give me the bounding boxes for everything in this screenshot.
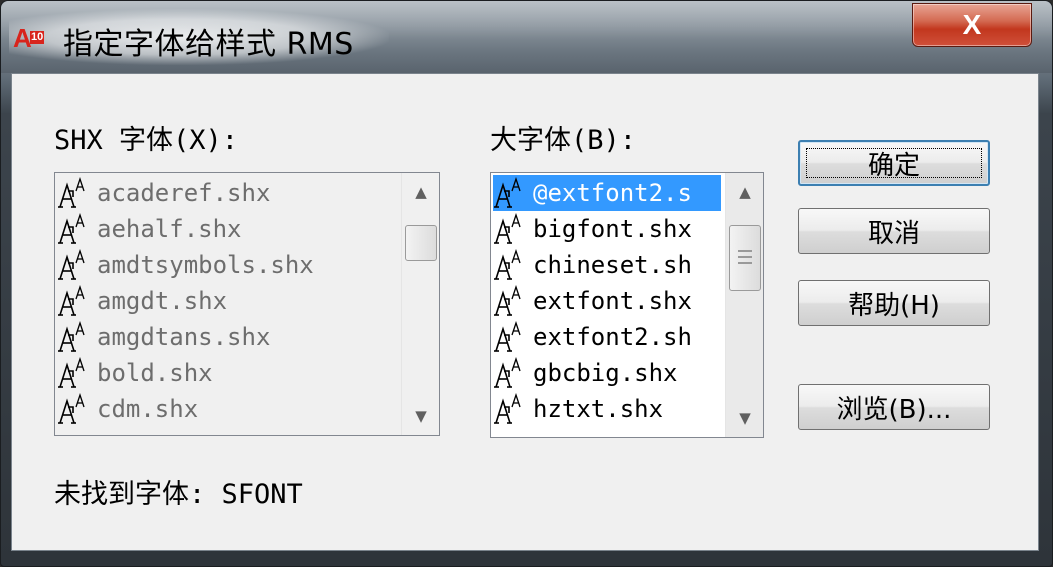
list-item[interactable]: aehalf.shx [57, 211, 397, 247]
close-icon: X [962, 9, 982, 40]
scroll-thumb[interactable] [729, 225, 761, 291]
list-item[interactable]: cdm.shx [57, 391, 397, 427]
list-item-label: cdm.shx [97, 395, 199, 423]
list-item-label: gbcbig.shx [533, 359, 678, 387]
list-item[interactable]: extfont.shx [493, 283, 721, 319]
font-icon [493, 212, 523, 245]
font-icon [493, 392, 523, 425]
list-item-label: amgdt.shx [97, 287, 228, 315]
list-item[interactable]: acaderef.shx [57, 175, 397, 211]
scroll-up-arrow-icon[interactable]: ▲ [402, 173, 440, 211]
font-icon [493, 356, 523, 389]
list-item[interactable]: hztxt.shx [493, 391, 721, 427]
dialog-client-area: SHX 字体(X): acaderef.shx aehalf.shx amdtsym… [11, 73, 1039, 551]
shx-font-list[interactable]: acaderef.shx aehalf.shx amdtsymbols.shx amg… [54, 172, 440, 436]
scroll-down-arrow-icon[interactable]: ▼ [726, 399, 764, 437]
font-icon [493, 248, 523, 281]
font-icon [493, 176, 523, 209]
font-icon [493, 284, 523, 317]
font-icon [57, 176, 87, 209]
autocad-app-icon: A 10 [13, 23, 45, 53]
missing-font-status: 未找到字体: SFONT [54, 479, 303, 510]
cancel-button[interactable]: 取消 [798, 208, 990, 254]
list-item-label: hztxt.shx [533, 395, 664, 423]
bigfont-label: 大字体(B): [490, 125, 637, 156]
list-item[interactable]: amgdt.shx [57, 283, 397, 319]
list-item[interactable]: @extfont2.s [493, 175, 721, 211]
list-item-label: aehalf.shx [97, 215, 242, 243]
bigfont-scrollbar[interactable]: ▲ ▼ [725, 173, 763, 437]
list-item-label: @extfont2.s [533, 179, 692, 207]
list-item-label: amgdtans.shx [97, 323, 271, 351]
title-bar[interactable]: A 10 指定字体给样式 RMS [1, 1, 1052, 73]
shx-font-items: acaderef.shx aehalf.shx amdtsymbols.shx amg… [57, 175, 397, 433]
list-item[interactable]: bigfont.shx [493, 211, 721, 247]
close-button[interactable]: X [912, 3, 1032, 47]
font-icon [57, 284, 87, 317]
list-item-label: bigfont.shx [533, 215, 692, 243]
font-icon [493, 320, 523, 353]
bigfont-items: @extfont2.s bigfont.shx chineset.sh extfont… [493, 175, 721, 435]
ok-button[interactable]: 确定 [798, 140, 990, 186]
dialog-window: A 10 指定字体给样式 RMS X SHX 字体(X): acaderef.s… [0, 0, 1053, 567]
list-item-label: chineset.sh [533, 251, 692, 279]
scroll-down-arrow-icon[interactable]: ▼ [402, 397, 440, 435]
window-title: 指定字体给样式 RMS [63, 27, 354, 62]
font-icon [57, 320, 87, 353]
font-icon [57, 212, 87, 245]
browse-button[interactable]: 浏览(B)... [798, 384, 990, 430]
list-item-label: extfont.shx [533, 287, 692, 315]
list-item[interactable]: gbcbig.shx [493, 355, 721, 391]
list-item[interactable]: amgdtans.shx [57, 319, 397, 355]
list-item[interactable]: amdtsymbols.shx [57, 247, 397, 283]
list-item-label: amdtsymbols.shx [97, 251, 314, 279]
list-item[interactable]: chineset.sh [493, 247, 721, 283]
scroll-up-arrow-icon[interactable]: ▲ [726, 173, 764, 211]
help-button[interactable]: 帮助(H) [798, 280, 990, 326]
bigfont-list[interactable]: @extfont2.s bigfont.shx chineset.sh extfont… [490, 172, 764, 438]
font-icon [57, 356, 87, 389]
list-item[interactable]: extfont2.sh [493, 319, 721, 355]
shx-font-label: SHX 字体(X): [54, 125, 239, 156]
shx-scrollbar[interactable]: ▲ ▼ [401, 173, 439, 435]
list-item-label: acaderef.shx [97, 179, 271, 207]
list-item-label: bold.shx [97, 359, 213, 387]
font-icon [57, 392, 87, 425]
scroll-thumb[interactable] [405, 225, 437, 261]
list-item-label: extfont2.sh [533, 323, 692, 351]
list-item[interactable]: bold.shx [57, 355, 397, 391]
font-icon [57, 248, 87, 281]
